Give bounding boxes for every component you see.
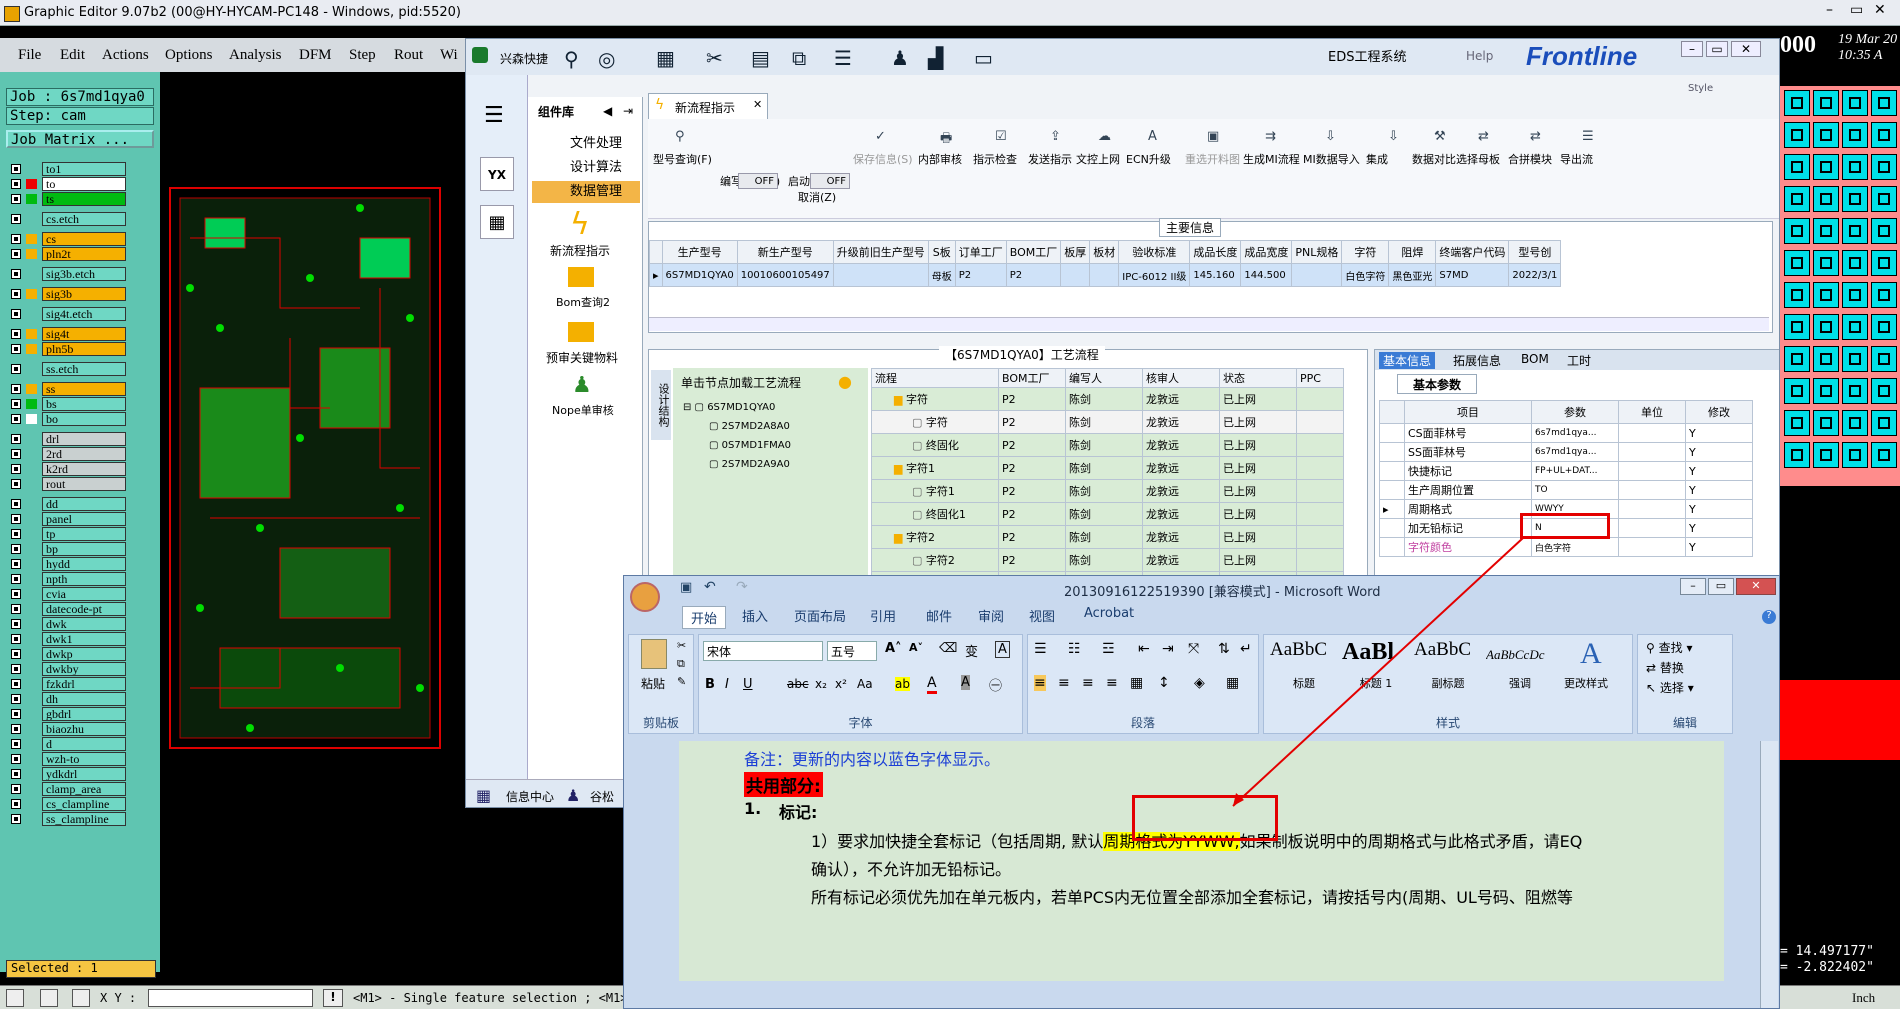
annotation-arrow [1232, 537, 1524, 807]
